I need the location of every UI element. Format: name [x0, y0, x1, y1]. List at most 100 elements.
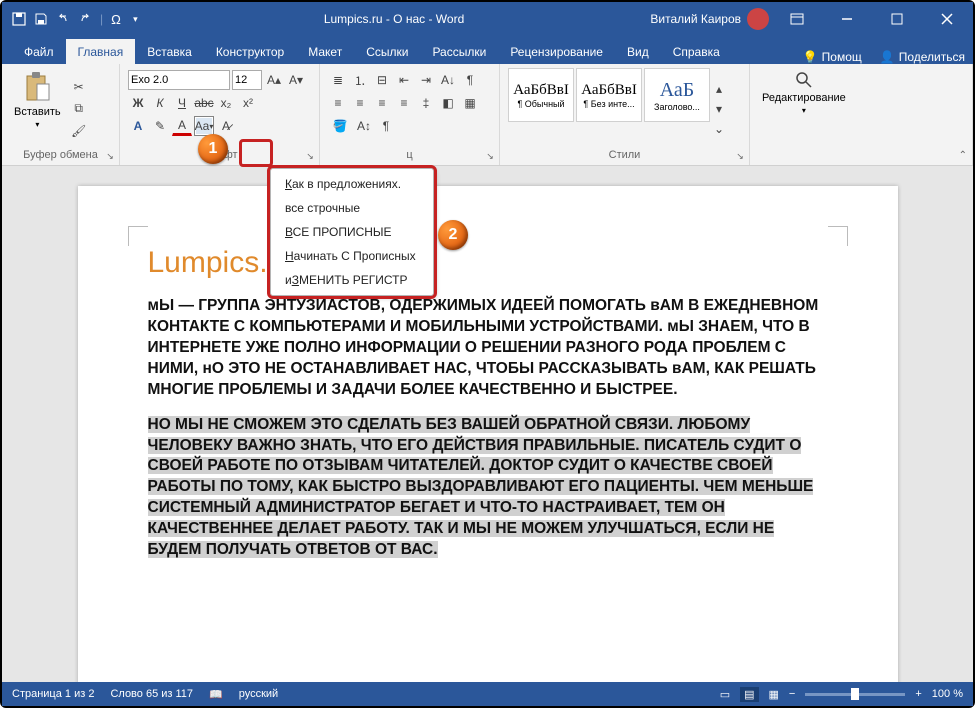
- justify-icon[interactable]: ≡: [394, 93, 414, 113]
- clear-format-icon[interactable]: A̷: [216, 116, 236, 136]
- para-launcher-icon[interactable]: ↘: [483, 149, 497, 163]
- align-left-icon[interactable]: ≡: [328, 93, 348, 113]
- print-layout-icon[interactable]: ▤: [740, 687, 758, 702]
- status-language[interactable]: русский: [239, 688, 278, 700]
- group-editing: Редактирование ▾: [750, 64, 973, 165]
- shrink-font-icon[interactable]: A▾: [286, 70, 306, 90]
- subscript-icon[interactable]: x₂: [216, 93, 236, 113]
- web-layout-icon[interactable]: ▦: [769, 688, 779, 701]
- shading-icon[interactable]: ◧: [438, 93, 458, 113]
- document-area[interactable]: Lumpics.ru - О нас мЫ — ГРУППА ЭНТУЗИАСТ…: [2, 166, 973, 682]
- cut-icon[interactable]: ✂: [69, 77, 89, 97]
- case-capitalize[interactable]: Начинать С Прописных: [271, 244, 433, 268]
- styles-up-icon[interactable]: ▴: [712, 80, 726, 98]
- paste-label: Вставить: [14, 106, 61, 118]
- tab-insert[interactable]: Вставка: [135, 39, 204, 64]
- zoom-value[interactable]: 100 %: [932, 688, 963, 700]
- status-words[interactable]: Слово 65 из 117: [110, 688, 193, 700]
- tab-home[interactable]: Главная: [66, 39, 136, 64]
- doc-paragraph-1[interactable]: мЫ — ГРУППА ЭНТУЗИАСТОВ, ОДЕРЖИМЫХ ИДЕЕЙ…: [148, 296, 828, 401]
- doc-paragraph-2[interactable]: НО МЫ НЕ СМОЖЕМ ЭТО СДЕЛАТЬ БЕЗ ВАШЕЙ ОБ…: [148, 415, 828, 561]
- font-name-input[interactable]: [128, 70, 230, 90]
- redo-icon[interactable]: [78, 12, 92, 26]
- minimize-button[interactable]: [825, 2, 869, 36]
- sort2-icon[interactable]: A↕: [354, 116, 374, 136]
- doc-title[interactable]: Lumpics.ru - О нас: [148, 246, 828, 280]
- font-color-icon[interactable]: A: [172, 116, 192, 136]
- read-mode-icon[interactable]: ▭: [720, 688, 730, 701]
- align-right-icon[interactable]: ≡: [372, 93, 392, 113]
- styles-down-icon[interactable]: ▾: [712, 100, 726, 118]
- tab-references[interactable]: Ссылки: [354, 39, 420, 64]
- share-label[interactable]: Поделиться: [899, 50, 965, 64]
- zoom-slider[interactable]: [805, 693, 905, 696]
- style-normal[interactable]: АаБбВвІ¶ Обычный: [508, 68, 574, 122]
- zoom-out-icon[interactable]: −: [789, 688, 795, 700]
- styles-launcher-icon[interactable]: ↘: [733, 149, 747, 163]
- ribbon-display-icon[interactable]: [775, 2, 819, 36]
- tellme-label[interactable]: Помощ: [822, 50, 862, 64]
- window-title: Lumpics.ru - О нас - Word: [138, 12, 651, 26]
- tab-file[interactable]: Файл: [12, 39, 66, 64]
- show-marks-icon[interactable]: ¶: [460, 70, 480, 90]
- text-effects-icon[interactable]: A: [128, 116, 148, 136]
- style-heading[interactable]: АаБЗаголово...: [644, 68, 710, 122]
- case-upper[interactable]: ВСЕ ПРОПИСНЫЕ: [271, 220, 433, 244]
- underline-icon[interactable]: Ч: [172, 93, 192, 113]
- annotation-badge-2: 2: [438, 220, 468, 250]
- sort-icon[interactable]: A↓: [438, 70, 458, 90]
- maximize-button[interactable]: [875, 2, 919, 36]
- user-account[interactable]: Виталий Каиров: [650, 8, 769, 30]
- status-page[interactable]: Страница 1 из 2: [12, 688, 94, 700]
- change-case-button[interactable]: Aa ▾: [194, 116, 214, 136]
- tab-view[interactable]: Вид: [615, 39, 661, 64]
- strike-icon[interactable]: abc: [194, 93, 214, 113]
- autosave-icon[interactable]: [12, 12, 26, 26]
- undo-icon[interactable]: [56, 12, 70, 26]
- collapse-ribbon-icon[interactable]: ⌃: [959, 150, 967, 161]
- editing-button[interactable]: Редактирование ▾: [758, 68, 850, 149]
- para-marks-icon[interactable]: ¶: [376, 116, 396, 136]
- font-size-input[interactable]: [232, 70, 262, 90]
- styles-more-icon[interactable]: ⌄: [712, 120, 726, 138]
- annotation-badge-1: 1: [198, 134, 228, 164]
- numbering-icon[interactable]: ⒈: [350, 70, 370, 90]
- grow-font-icon[interactable]: A▴: [264, 70, 284, 90]
- spellcheck-icon[interactable]: 📖: [209, 688, 223, 701]
- superscript-icon[interactable]: x²: [238, 93, 258, 113]
- case-lower[interactable]: все строчные: [271, 196, 433, 220]
- style-no-spacing[interactable]: АаБбВвІ¶ Без инте...: [576, 68, 642, 122]
- share-icon[interactable]: 👤: [880, 50, 895, 64]
- tab-layout[interactable]: Макет: [296, 39, 354, 64]
- tab-design[interactable]: Конструктор: [204, 39, 296, 64]
- bold-icon[interactable]: Ж: [128, 93, 148, 113]
- case-sentence[interactable]: Как в предложениях.: [271, 172, 433, 196]
- line-spacing-icon[interactable]: ‡: [416, 93, 436, 113]
- fill-icon[interactable]: 🪣: [328, 116, 352, 136]
- bullets-icon[interactable]: ≣: [328, 70, 348, 90]
- clipboard-label: Буфер обмена: [10, 149, 111, 163]
- italic-icon[interactable]: К: [150, 93, 170, 113]
- tab-review[interactable]: Рецензирование: [498, 39, 615, 64]
- zoom-in-icon[interactable]: +: [915, 688, 921, 700]
- omega-icon[interactable]: Ω: [111, 12, 125, 26]
- close-button[interactable]: [925, 2, 969, 36]
- copy-icon[interactable]: ⧉: [69, 99, 89, 119]
- multilevel-icon[interactable]: ⊟: [372, 70, 392, 90]
- format-painter-icon[interactable]: 🖌: [69, 121, 89, 141]
- highlight-icon[interactable]: ✎: [150, 116, 170, 136]
- case-toggle[interactable]: иЗМЕНИТЬ РЕГИСТР: [271, 268, 433, 292]
- tab-help[interactable]: Справка: [661, 39, 732, 64]
- para-label: ц: [328, 149, 491, 163]
- decrease-indent-icon[interactable]: ⇤: [394, 70, 414, 90]
- tab-mailings[interactable]: Рассылки: [420, 39, 498, 64]
- tellme-icon[interactable]: 💡: [803, 50, 818, 64]
- page: Lumpics.ru - О нас мЫ — ГРУППА ЭНТУЗИАСТ…: [78, 186, 898, 682]
- paste-button[interactable]: Вставить ▾: [10, 68, 65, 149]
- clipboard-launcher-icon[interactable]: ↘: [103, 149, 117, 163]
- save-icon[interactable]: [34, 12, 48, 26]
- font-launcher-icon[interactable]: ↘: [303, 149, 317, 163]
- align-center-icon[interactable]: ≡: [350, 93, 370, 113]
- increase-indent-icon[interactable]: ⇥: [416, 70, 436, 90]
- borders-icon[interactable]: ▦: [460, 93, 480, 113]
